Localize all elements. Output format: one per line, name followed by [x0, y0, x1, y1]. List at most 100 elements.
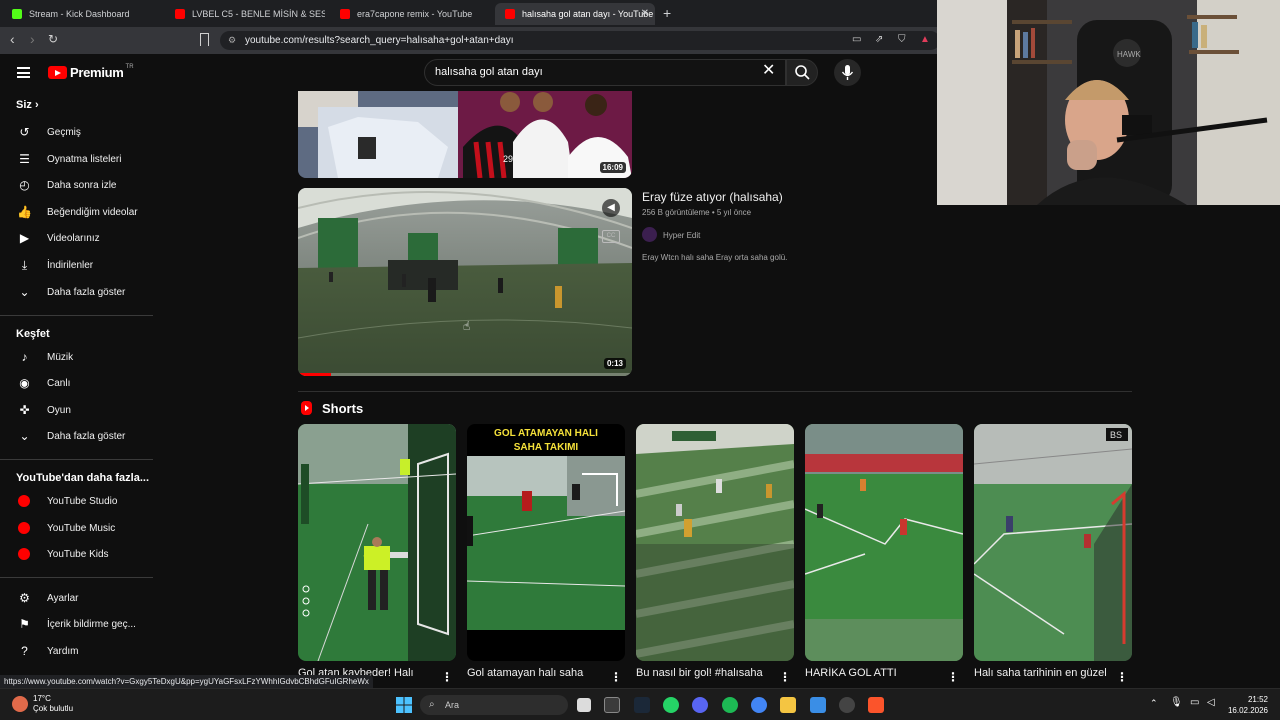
youtube-premium-logo[interactable]: Premium TR	[48, 64, 134, 80]
task-view-icon[interactable]	[577, 698, 591, 712]
address-bar[interactable]: ⚙ youtube.com/results?search_query=halıs…	[220, 31, 940, 50]
sidebar-item-kids[interactable]: YouTube Kids	[0, 541, 155, 567]
obs-icon[interactable]	[839, 697, 855, 713]
site-info-icon[interactable]: ⚙	[228, 31, 236, 50]
short-thumbnail[interactable]	[298, 424, 456, 661]
more-options-icon[interactable]: ⋮	[441, 670, 453, 684]
windows-taskbar: 17°C Çok bulutlu ⌕ Ara ⌃ 🎙 ▭ ◁ 21:52 16.…	[0, 688, 1280, 720]
store-icon[interactable]	[604, 697, 620, 713]
system-clock[interactable]: 21:52 16.02.2026	[1226, 694, 1268, 716]
short-thumbnail[interactable]	[805, 424, 963, 661]
forward-icon[interactable]: ›	[30, 31, 35, 47]
menu-icon[interactable]	[17, 67, 30, 78]
short-caption[interactable]: HARİKA GOL ATTI	[805, 667, 945, 679]
microphone-icon	[841, 65, 854, 80]
playlist-icon: ☰	[19, 152, 30, 166]
channel-avatar[interactable]	[642, 227, 657, 242]
tab-halisaha-active[interactable]: halısaha gol atan dayı - YouTube ✕	[495, 3, 655, 25]
search-button[interactable]	[786, 59, 818, 86]
short-image	[636, 424, 794, 661]
video-thumbnail-previous[interactable]: 29 16:09	[298, 87, 632, 178]
sidebar-item-music[interactable]: ♪ Müzik	[0, 344, 155, 370]
sidebar-item-downloads[interactable]: ⤓ İndirilenler	[0, 252, 155, 278]
preview-progress-track	[298, 373, 632, 376]
sidebar-item-report-history[interactable]: ⚑ İçerik bildirme geç...	[0, 611, 155, 637]
history-icon: ↺	[19, 125, 30, 139]
sidebar-item-studio[interactable]: YouTube Studio	[0, 488, 155, 514]
captions-icon[interactable]: CC	[602, 230, 620, 243]
whatsapp-icon[interactable]	[663, 697, 679, 713]
sidebar-explore-show-more[interactable]: ⌄ Daha fazla göster	[0, 423, 155, 449]
spotify-icon[interactable]	[722, 697, 738, 713]
webcam-overlay: HAWK	[937, 0, 1280, 205]
sidebar: Siz › ↺ Geçmiş ☰ Oynatma listeleri ◴ Daha s…	[0, 91, 155, 700]
reload-icon[interactable]: ↻	[48, 32, 58, 46]
short-thumbnail[interactable]: GOL ATAMAYAN HALI SAHA TAKIMI	[467, 424, 625, 661]
more-options-icon[interactable]: ⋮	[947, 670, 959, 684]
chevron-down-icon: ⌄	[19, 285, 30, 299]
clear-search-icon[interactable]: ✕	[762, 63, 775, 79]
brave-rewards-icon[interactable]: ▲	[920, 34, 930, 45]
more-options-icon[interactable]: ⋮	[610, 670, 622, 684]
sidebar-item-watch-later[interactable]: ◴ Daha sonra izle	[0, 172, 155, 198]
short-thumbnail[interactable]	[636, 424, 794, 661]
windows-start-icon[interactable]	[396, 697, 412, 713]
short-image	[805, 424, 963, 661]
steam-icon[interactable]	[634, 697, 650, 713]
sidebar-you-header[interactable]: Siz ›	[16, 99, 39, 111]
new-tab-button[interactable]: +	[663, 5, 671, 21]
close-tab-icon[interactable]: ✕	[641, 8, 649, 19]
media-icon[interactable]: ▭	[852, 34, 861, 45]
svg-text:BS: BS	[1110, 430, 1122, 440]
share-icon[interactable]: ⇗	[875, 34, 883, 45]
volume-icon[interactable]: ◁	[1207, 697, 1215, 708]
tray-expand-icon[interactable]: ⌃	[1150, 698, 1158, 709]
weather-widget[interactable]: 17°C Çok bulutlu	[33, 694, 73, 714]
mute-icon[interactable]: ◀	[602, 199, 620, 217]
tab-lvbel-video[interactable]: LVBEL C5 - BENLE MİSİN & SES VER	[165, 3, 325, 25]
short-caption[interactable]: Halı saha tarihinin en güzel	[974, 667, 1114, 679]
sidebar-item-history[interactable]: ↺ Geçmiş	[0, 119, 155, 145]
svg-text:29: 29	[503, 154, 513, 164]
video-title[interactable]: Eray füze atıyor (halısaha)	[642, 190, 783, 204]
sidebar-show-more[interactable]: ⌄ Daha fazla göster	[0, 279, 155, 305]
video-thumbnail-hover-preview[interactable]: ◀ CC 0:13 ☝	[298, 188, 632, 376]
channel-name[interactable]: Hyper Edit	[663, 231, 700, 240]
chrome-icon[interactable]	[751, 697, 767, 713]
app-icon[interactable]	[810, 697, 826, 713]
short-thumbnail[interactable]: BS	[974, 424, 1132, 661]
taskbar-search[interactable]: ⌕ Ara	[420, 695, 568, 715]
bookmark-icon[interactable]	[200, 33, 209, 46]
sidebar-item-your-videos[interactable]: ▶ Videolarınız	[0, 225, 155, 251]
sidebar-item-live[interactable]: ◉ Canlı	[0, 370, 155, 396]
brave-shield-icon[interactable]: ⛉	[898, 34, 906, 45]
sidebar-item-music-app[interactable]: YouTube Music	[0, 515, 155, 541]
sidebar-more-header: YouTube'dan daha fazla...	[16, 472, 149, 484]
short-caption[interactable]: Bu nasıl bir gol! #halısaha	[636, 667, 776, 679]
brave-icon[interactable]	[868, 697, 884, 713]
more-options-icon[interactable]: ⋮	[1116, 670, 1128, 684]
discord-icon[interactable]	[692, 697, 708, 713]
sidebar-item-liked[interactable]: 👍 Beğendiğim videolar	[0, 199, 155, 225]
voice-search-button[interactable]	[834, 59, 861, 86]
back-icon[interactable]: ‹	[10, 31, 15, 47]
download-icon: ⤓	[21, 257, 28, 272]
youtube-logo-icon	[48, 66, 67, 79]
search-input[interactable]: halısaha gol atan dayı	[424, 59, 786, 86]
flag-icon: ⚑	[19, 617, 30, 631]
sidebar-item-help[interactable]: ? Yardım	[0, 638, 155, 664]
network-icon[interactable]: ▭	[1190, 697, 1199, 708]
weather-icon[interactable]	[12, 696, 28, 712]
live-icon: ◉	[19, 376, 30, 390]
sidebar-item-gaming[interactable]: ✜ Oyun	[0, 397, 155, 423]
more-options-icon[interactable]: ⋮	[779, 670, 791, 684]
sidebar-item-settings[interactable]: ⚙ Ayarlar	[0, 585, 155, 611]
tab-kick-dashboard[interactable]: Stream - Kick Dashboard	[2, 3, 162, 25]
help-icon: ?	[21, 644, 28, 658]
short-caption[interactable]: Gol atamayan halı saha	[467, 667, 607, 679]
microphone-tray-icon[interactable]: 🎙	[1170, 697, 1183, 708]
search-icon	[795, 65, 810, 80]
tab-era7capone[interactable]: era7capone remix - YouTube	[330, 3, 490, 25]
file-explorer-icon[interactable]	[780, 697, 796, 713]
sidebar-item-playlists[interactable]: ☰ Oynatma listeleri	[0, 146, 155, 172]
